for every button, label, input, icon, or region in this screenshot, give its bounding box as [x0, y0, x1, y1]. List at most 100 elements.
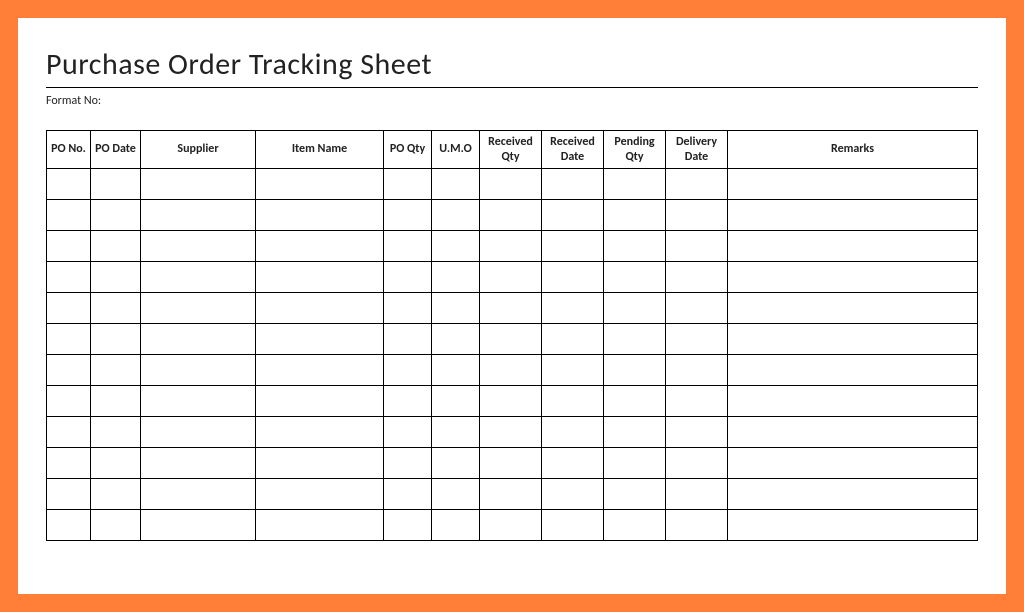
cell-po_qty[interactable]: [384, 293, 432, 324]
cell-umo[interactable]: [432, 510, 480, 541]
cell-delivery_date[interactable]: [666, 417, 728, 448]
cell-received_qty[interactable]: [480, 510, 542, 541]
cell-po_date[interactable]: [91, 231, 141, 262]
cell-item_name[interactable]: [256, 448, 384, 479]
cell-po_qty[interactable]: [384, 231, 432, 262]
cell-umo[interactable]: [432, 231, 480, 262]
cell-received_qty[interactable]: [480, 293, 542, 324]
cell-delivery_date[interactable]: [666, 169, 728, 200]
cell-umo[interactable]: [432, 169, 480, 200]
cell-supplier[interactable]: [141, 479, 256, 510]
cell-pending_qty[interactable]: [604, 479, 666, 510]
cell-po_no[interactable]: [47, 169, 91, 200]
cell-pending_qty[interactable]: [604, 231, 666, 262]
cell-po_date[interactable]: [91, 169, 141, 200]
cell-remarks[interactable]: [728, 355, 978, 386]
cell-supplier[interactable]: [141, 417, 256, 448]
cell-received_qty[interactable]: [480, 355, 542, 386]
cell-received_date[interactable]: [542, 510, 604, 541]
cell-remarks[interactable]: [728, 262, 978, 293]
cell-received_qty[interactable]: [480, 231, 542, 262]
cell-pending_qty[interactable]: [604, 293, 666, 324]
cell-umo[interactable]: [432, 355, 480, 386]
cell-remarks[interactable]: [728, 231, 978, 262]
cell-delivery_date[interactable]: [666, 448, 728, 479]
cell-item_name[interactable]: [256, 479, 384, 510]
cell-po_date[interactable]: [91, 200, 141, 231]
cell-item_name[interactable]: [256, 510, 384, 541]
cell-supplier[interactable]: [141, 324, 256, 355]
cell-po_qty[interactable]: [384, 324, 432, 355]
cell-umo[interactable]: [432, 293, 480, 324]
cell-po_date[interactable]: [91, 293, 141, 324]
cell-po_no[interactable]: [47, 355, 91, 386]
cell-umo[interactable]: [432, 200, 480, 231]
cell-item_name[interactable]: [256, 417, 384, 448]
cell-supplier[interactable]: [141, 510, 256, 541]
cell-pending_qty[interactable]: [604, 355, 666, 386]
cell-po_qty[interactable]: [384, 169, 432, 200]
cell-received_qty[interactable]: [480, 448, 542, 479]
cell-po_qty[interactable]: [384, 510, 432, 541]
cell-supplier[interactable]: [141, 293, 256, 324]
cell-item_name[interactable]: [256, 355, 384, 386]
cell-pending_qty[interactable]: [604, 324, 666, 355]
cell-item_name[interactable]: [256, 293, 384, 324]
cell-po_date[interactable]: [91, 262, 141, 293]
cell-delivery_date[interactable]: [666, 262, 728, 293]
cell-umo[interactable]: [432, 386, 480, 417]
cell-delivery_date[interactable]: [666, 231, 728, 262]
cell-po_qty[interactable]: [384, 417, 432, 448]
cell-delivery_date[interactable]: [666, 200, 728, 231]
cell-received_date[interactable]: [542, 355, 604, 386]
cell-po_qty[interactable]: [384, 262, 432, 293]
cell-supplier[interactable]: [141, 169, 256, 200]
cell-received_date[interactable]: [542, 262, 604, 293]
cell-remarks[interactable]: [728, 386, 978, 417]
cell-remarks[interactable]: [728, 417, 978, 448]
cell-po_date[interactable]: [91, 355, 141, 386]
cell-delivery_date[interactable]: [666, 324, 728, 355]
cell-pending_qty[interactable]: [604, 510, 666, 541]
cell-received_qty[interactable]: [480, 169, 542, 200]
cell-po_no[interactable]: [47, 324, 91, 355]
cell-item_name[interactable]: [256, 386, 384, 417]
cell-item_name[interactable]: [256, 231, 384, 262]
cell-received_qty[interactable]: [480, 324, 542, 355]
cell-received_date[interactable]: [542, 324, 604, 355]
cell-remarks[interactable]: [728, 293, 978, 324]
cell-po_no[interactable]: [47, 479, 91, 510]
cell-received_qty[interactable]: [480, 417, 542, 448]
cell-supplier[interactable]: [141, 386, 256, 417]
cell-item_name[interactable]: [256, 169, 384, 200]
cell-remarks[interactable]: [728, 479, 978, 510]
cell-pending_qty[interactable]: [604, 169, 666, 200]
cell-pending_qty[interactable]: [604, 386, 666, 417]
cell-remarks[interactable]: [728, 200, 978, 231]
cell-received_date[interactable]: [542, 479, 604, 510]
cell-received_date[interactable]: [542, 293, 604, 324]
cell-received_qty[interactable]: [480, 479, 542, 510]
cell-pending_qty[interactable]: [604, 417, 666, 448]
cell-pending_qty[interactable]: [604, 200, 666, 231]
cell-po_no[interactable]: [47, 448, 91, 479]
cell-po_no[interactable]: [47, 417, 91, 448]
cell-po_no[interactable]: [47, 200, 91, 231]
cell-po_qty[interactable]: [384, 448, 432, 479]
cell-po_qty[interactable]: [384, 200, 432, 231]
cell-umo[interactable]: [432, 324, 480, 355]
cell-delivery_date[interactable]: [666, 479, 728, 510]
cell-delivery_date[interactable]: [666, 510, 728, 541]
cell-received_date[interactable]: [542, 169, 604, 200]
cell-remarks[interactable]: [728, 448, 978, 479]
cell-supplier[interactable]: [141, 448, 256, 479]
cell-remarks[interactable]: [728, 169, 978, 200]
cell-received_qty[interactable]: [480, 200, 542, 231]
cell-received_date[interactable]: [542, 386, 604, 417]
cell-supplier[interactable]: [141, 200, 256, 231]
cell-received_date[interactable]: [542, 231, 604, 262]
cell-umo[interactable]: [432, 479, 480, 510]
cell-po_date[interactable]: [91, 324, 141, 355]
cell-remarks[interactable]: [728, 510, 978, 541]
cell-received_qty[interactable]: [480, 386, 542, 417]
